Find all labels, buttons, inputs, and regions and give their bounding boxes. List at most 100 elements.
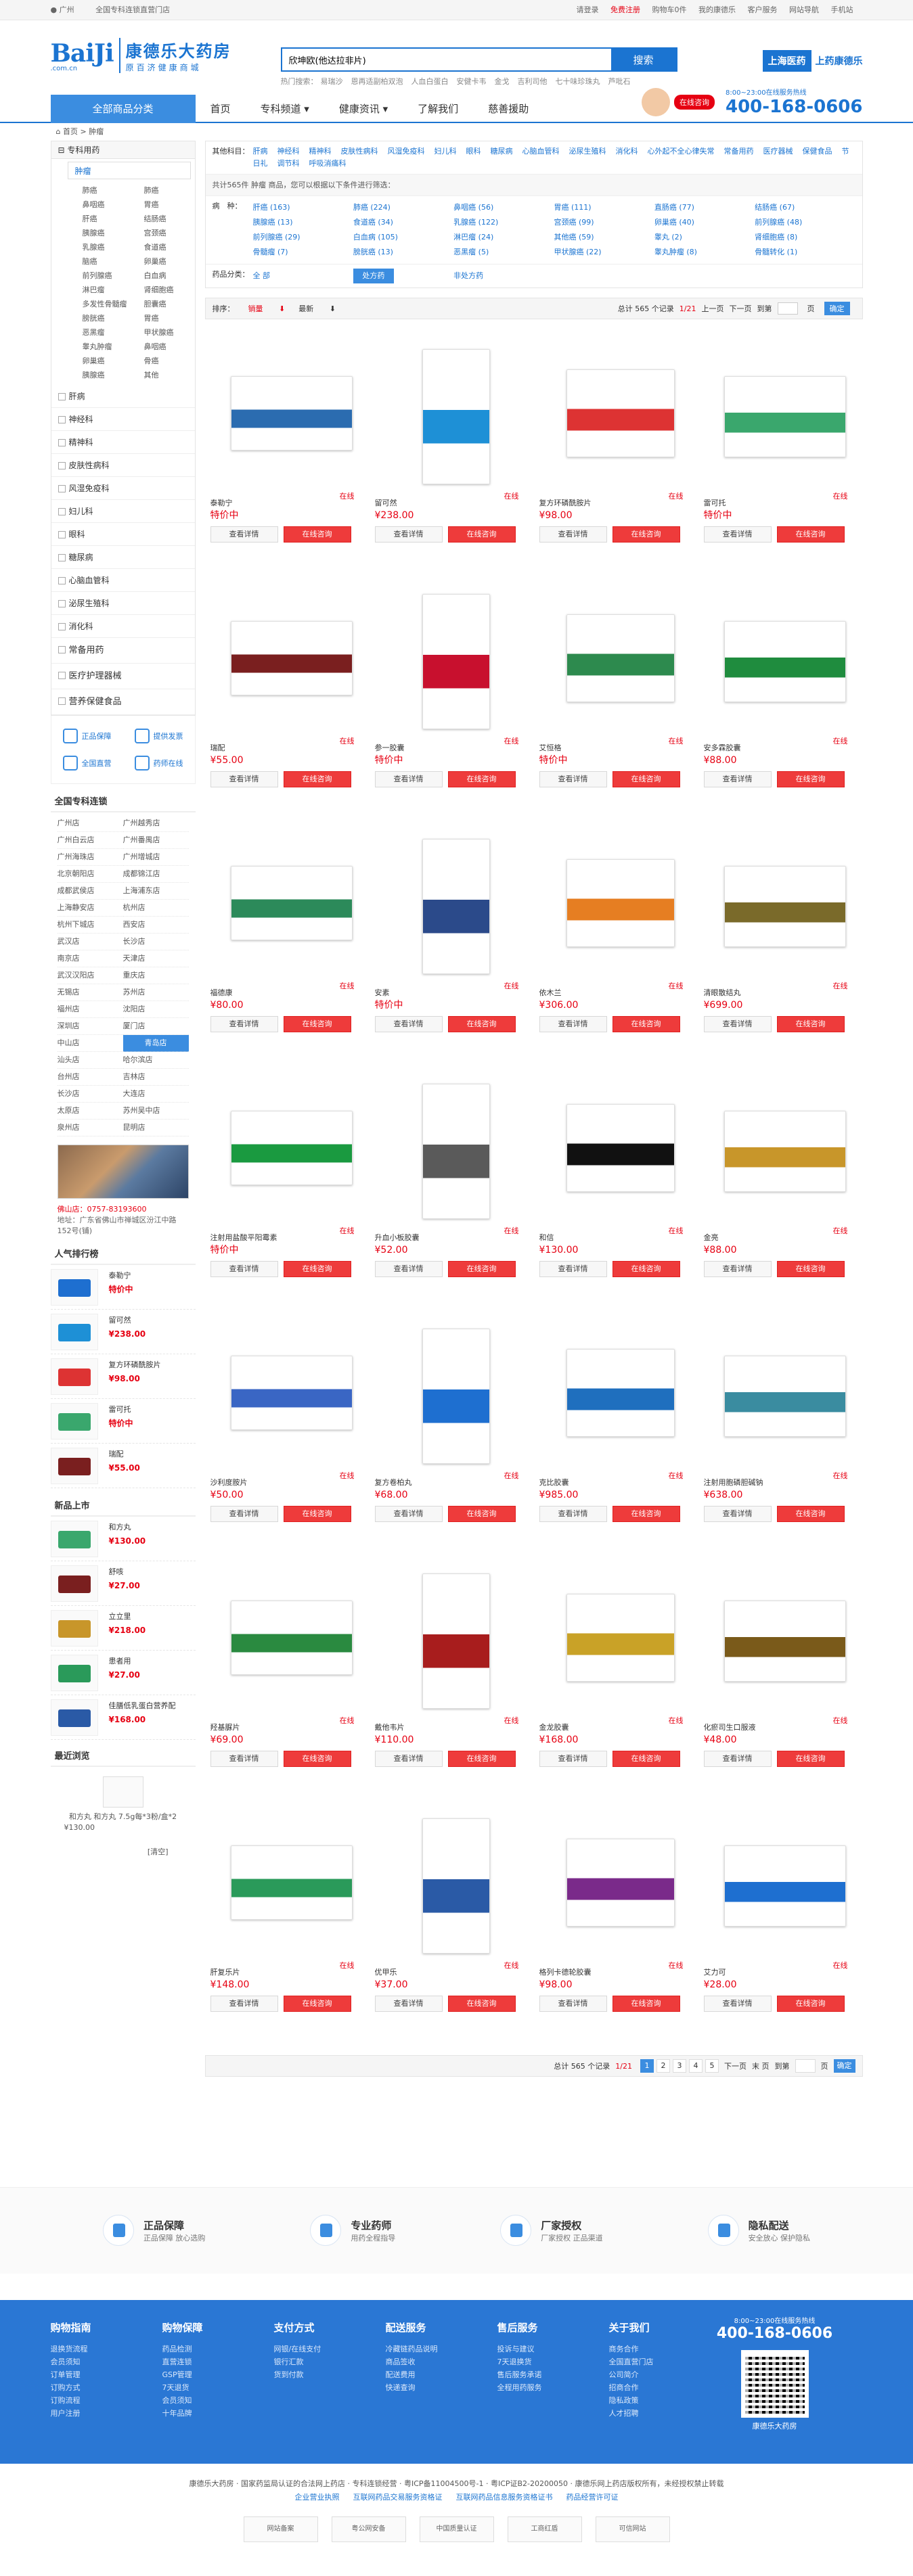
- register-link[interactable]: 免费注册: [610, 5, 640, 14]
- product-thumbnail[interactable]: [50, 1269, 98, 1306]
- product-name[interactable]: 注射用胞磷胆碱钠: [704, 1478, 763, 1487]
- customer-service-link[interactable]: 客户服务: [748, 5, 778, 14]
- subcategory-item[interactable]: 胃癌: [129, 198, 191, 212]
- view-detail-button[interactable]: 查看详情: [374, 1016, 443, 1032]
- filter-form-link[interactable]: 全 部: [253, 269, 353, 283]
- product-image[interactable]: [539, 825, 693, 988]
- product-image[interactable]: [210, 825, 364, 988]
- filter-type-link[interactable]: 肝病: [253, 147, 268, 156]
- footer-link[interactable]: 商务合作: [609, 2343, 721, 2355]
- store-link[interactable]: 台州店: [57, 1069, 123, 1086]
- product-name[interactable]: 化瘀司生口服液: [704, 1723, 756, 1732]
- online-consult-tag[interactable]: 在线咨询: [674, 94, 715, 110]
- page-number[interactable]: 3: [673, 2059, 686, 2073]
- footer-link[interactable]: 退换货流程: [51, 2343, 162, 2355]
- filter-disease-link[interactable]: 骨髓瘤 (7): [253, 245, 353, 260]
- filter-type-link[interactable]: 神经科: [277, 147, 300, 156]
- store-link[interactable]: 天津店: [123, 950, 189, 967]
- filter-disease-link[interactable]: 骨髓转化 (1): [755, 245, 855, 260]
- product-image[interactable]: [210, 336, 364, 498]
- online-consult-button[interactable]: 在线咨询: [447, 1016, 516, 1032]
- store-link[interactable]: 重庆店: [123, 967, 189, 984]
- footer-link[interactable]: 订单管理: [51, 2368, 162, 2381]
- page-last[interactable]: 末 页: [752, 2061, 770, 2071]
- subcategory-item[interactable]: 肾细胞癌: [129, 283, 191, 297]
- product-name[interactable]: 安多霖胶囊: [704, 743, 741, 752]
- page-input[interactable]: [795, 2059, 816, 2073]
- footer-link[interactable]: GSP管理: [162, 2368, 274, 2381]
- subcategory-item[interactable]: 睾丸肿瘤: [68, 340, 129, 354]
- footer-link[interactable]: 售后服务承诺: [497, 2368, 609, 2381]
- hot-word[interactable]: 易瑞沙: [321, 77, 343, 86]
- filter-disease-link[interactable]: 甲状腺癌 (22): [554, 245, 654, 260]
- hot-word[interactable]: 金戈: [495, 77, 510, 86]
- subcategory-item[interactable]: 甲状腺癌: [129, 325, 191, 340]
- store-link[interactable]: 北京朝阳店: [57, 866, 123, 883]
- subcategory-item[interactable]: 胆囊癌: [129, 297, 191, 311]
- online-consult-button[interactable]: 在线咨询: [283, 1751, 351, 1767]
- site-nav-link[interactable]: 网站导航: [789, 5, 819, 14]
- ranking-item[interactable]: 患者用 ¥27.00: [50, 1651, 196, 1695]
- subcategory-item[interactable]: 前列腺癌: [68, 269, 129, 283]
- product-name[interactable]: 肝复乐片: [210, 1968, 240, 1977]
- store-link[interactable]: 成都锦江店: [123, 866, 189, 883]
- footer-link[interactable]: 冷藏链药品说明: [386, 2343, 497, 2355]
- filter-disease-link[interactable]: 卵巢癌 (40): [654, 215, 755, 230]
- footer-link[interactable]: 公司简介: [609, 2368, 721, 2381]
- filter-form-link[interactable]: 非处方药: [453, 269, 554, 283]
- footer-link[interactable]: 全国直营门店: [609, 2355, 721, 2368]
- product-image[interactable]: [704, 1070, 858, 1233]
- footer-link[interactable]: 直营连锁: [162, 2355, 274, 2368]
- filter-type-link[interactable]: 皮肤性病科: [341, 147, 378, 156]
- subcategory-item[interactable]: 胰腺癌: [68, 226, 129, 240]
- view-detail-button[interactable]: 查看详情: [374, 771, 443, 787]
- product-thumbnail[interactable]: [50, 1655, 98, 1691]
- clear-recent-link[interactable]: [清空]: [51, 1847, 196, 1858]
- online-consult-button[interactable]: 在线咨询: [447, 771, 516, 787]
- footer-link[interactable]: 订购流程: [51, 2394, 162, 2407]
- footer-link[interactable]: 商品签收: [386, 2355, 497, 2368]
- product-name[interactable]: 戴他韦片: [375, 1723, 405, 1732]
- product-image[interactable]: [375, 580, 529, 743]
- filter-type-link[interactable]: 妇儿科: [435, 147, 457, 156]
- product-thumbnail[interactable]: [50, 1610, 98, 1647]
- license-link[interactable]: 企业营业执照: [295, 2493, 340, 2502]
- store-link[interactable]: 汕头店: [57, 1052, 123, 1069]
- category-item[interactable]: 心脑血管科: [51, 569, 195, 592]
- subcategory-item[interactable]: 肝癌: [68, 212, 129, 226]
- product-image[interactable]: [704, 1315, 858, 1477]
- ranking-name[interactable]: 舒咳: [109, 1565, 140, 1579]
- product-thumbnail[interactable]: [50, 1358, 98, 1395]
- product-name[interactable]: 福德康: [210, 988, 233, 997]
- filter-type-link[interactable]: 消化科: [616, 147, 638, 156]
- big-category-item[interactable]: 常备用药: [51, 638, 195, 664]
- footer-link[interactable]: 快递查询: [386, 2381, 497, 2394]
- ranking-name[interactable]: 立立里: [109, 1610, 146, 1624]
- category-item[interactable]: 消化科: [51, 615, 195, 638]
- filter-type-link[interactable]: 呼吸消痛科: [309, 159, 347, 168]
- product-image[interactable]: [539, 1560, 693, 1722]
- ranking-name[interactable]: 复方环磷酰胺片: [109, 1358, 161, 1372]
- footer-link[interactable]: 投诉与建议: [497, 2343, 609, 2355]
- page-number[interactable]: 5: [705, 2059, 719, 2073]
- view-detail-button[interactable]: 查看详情: [539, 1506, 607, 1522]
- product-image[interactable]: [375, 825, 529, 988]
- product-name[interactable]: 优甲乐: [375, 1968, 397, 1977]
- subcategory-item[interactable]: 胃癌: [129, 311, 191, 325]
- product-image[interactable]: [210, 1805, 364, 1967]
- open-category-header[interactable]: 肿瘤: [67, 162, 191, 179]
- nav-item[interactable]: 专科频道 ▾: [246, 95, 324, 123]
- page-ok-button[interactable]: 确定: [833, 2059, 855, 2073]
- footer-link[interactable]: 招商合作: [609, 2381, 721, 2394]
- filter-disease-link[interactable]: 膀胱癌 (13): [353, 245, 453, 260]
- filter-disease-link[interactable]: 结肠癌 (67): [755, 200, 855, 215]
- product-image[interactable]: [210, 1070, 364, 1233]
- view-detail-button[interactable]: 查看详情: [210, 771, 278, 787]
- ranking-item[interactable]: 瑞配 ¥55.00: [50, 1444, 196, 1488]
- license-link[interactable]: 互联网药品信息服务资格证书: [456, 2493, 553, 2502]
- footer-link[interactable]: 会员须知: [162, 2394, 274, 2407]
- trust-badge[interactable]: 工商红盾: [507, 2516, 582, 2542]
- footer-link[interactable]: 用户注册: [51, 2407, 162, 2420]
- online-consult-button[interactable]: 在线咨询: [776, 1506, 845, 1522]
- ranking-name[interactable]: 患者用: [109, 1655, 140, 1668]
